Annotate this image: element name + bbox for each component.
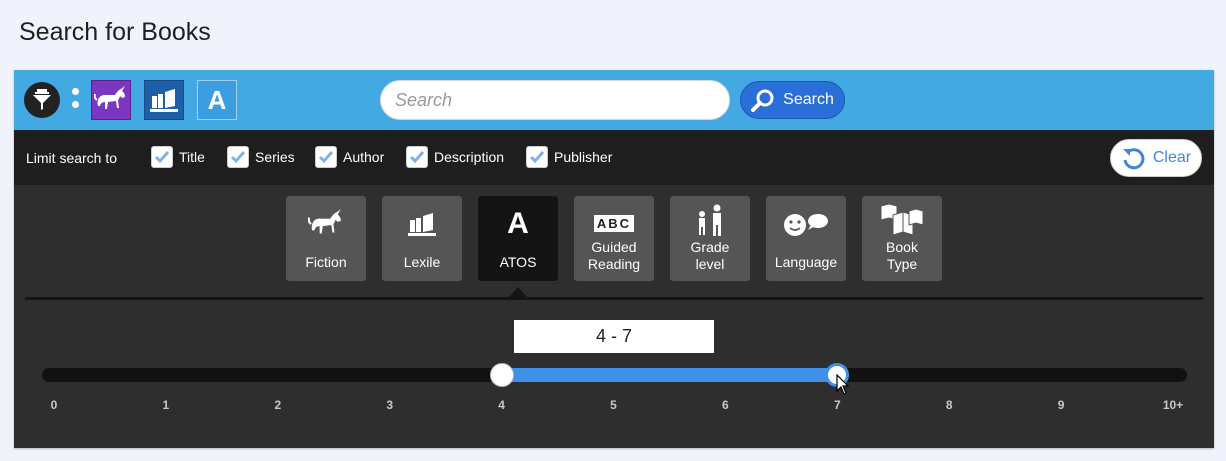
slider-tick-label: 10+ bbox=[1162, 398, 1184, 412]
slider-tick-label: 8 bbox=[945, 398, 953, 412]
search-panel: A Search Limit search to Title Series Au… bbox=[14, 70, 1214, 448]
tab-grade-level[interactable]: Grade level bbox=[670, 196, 750, 281]
search-button-label: Search bbox=[783, 91, 834, 108]
clear-button-label: Clear bbox=[1152, 149, 1192, 166]
books-icon bbox=[150, 89, 178, 112]
clear-button[interactable]: Clear bbox=[1110, 139, 1202, 177]
limit-series-label: Series bbox=[255, 149, 295, 165]
tab-divider bbox=[25, 297, 1203, 300]
more-options-icon[interactable] bbox=[72, 88, 80, 112]
filter-icon bbox=[33, 89, 51, 110]
limit-title-label: Title bbox=[179, 149, 205, 165]
tab-atos-label: ATOS bbox=[499, 254, 537, 270]
slider-selected-range bbox=[501, 368, 838, 382]
tab-book-type-label: Book Type bbox=[886, 239, 918, 272]
limit-series-checkbox[interactable]: Series bbox=[227, 146, 295, 168]
tab-fiction[interactable]: Fiction bbox=[286, 196, 366, 281]
search-button[interactable]: Search bbox=[740, 81, 845, 119]
abc-blocks-icon: ABC bbox=[593, 214, 635, 232]
slider-tick-label: 4 bbox=[498, 398, 505, 412]
tab-atos[interactable]: A ATOS bbox=[478, 196, 558, 281]
checkmark-icon bbox=[318, 151, 334, 164]
limit-author-checkbox[interactable]: Author bbox=[315, 146, 384, 168]
tab-book-type[interactable]: Book Type bbox=[862, 196, 942, 281]
fiction-filter-chip[interactable] bbox=[91, 80, 131, 120]
mouse-cursor-icon bbox=[836, 374, 850, 395]
books-icon bbox=[408, 213, 436, 236]
limit-description-checkbox[interactable]: Description bbox=[406, 146, 504, 168]
tab-language-label: Language bbox=[774, 254, 838, 270]
slider-min-handle[interactable] bbox=[489, 363, 514, 387]
range-value-display: 4 - 7 bbox=[514, 320, 714, 353]
tab-guided-reading[interactable]: ABC Guided Reading bbox=[574, 196, 654, 281]
tab-fiction-label: Fiction bbox=[305, 254, 347, 270]
slider-tick-label: 0 bbox=[50, 398, 58, 412]
slider-tick-label: 3 bbox=[386, 398, 394, 412]
slider-tick-label: 7 bbox=[833, 398, 841, 412]
child-adult-icon bbox=[699, 204, 721, 236]
limit-publisher-checkbox[interactable]: Publisher bbox=[526, 146, 612, 168]
slider-tick-label: 2 bbox=[274, 398, 282, 412]
unicorn-icon bbox=[308, 209, 341, 234]
tab-language[interactable]: Language bbox=[766, 196, 846, 281]
limit-search-bar: Limit search to Title Series Author Desc… bbox=[14, 130, 1214, 185]
checkmark-icon bbox=[154, 151, 170, 164]
tab-grade-level-label: Grade level bbox=[690, 239, 730, 272]
speech-face-icon bbox=[784, 214, 828, 236]
checkmark-icon bbox=[409, 151, 425, 164]
atos-letter-icon: A bbox=[507, 207, 529, 240]
search-input[interactable] bbox=[380, 80, 730, 120]
reset-icon bbox=[1122, 148, 1145, 170]
limit-description-label: Description bbox=[434, 149, 505, 165]
open-books-icon bbox=[880, 203, 924, 236]
checkmark-icon bbox=[529, 151, 545, 164]
slider-tick-label: 6 bbox=[722, 398, 729, 412]
slider-tick-label: 9 bbox=[1057, 398, 1065, 412]
unicorn-icon bbox=[94, 86, 125, 109]
lexile-filter-chip[interactable] bbox=[144, 80, 184, 120]
search-icon bbox=[751, 89, 774, 112]
checkmark-icon bbox=[230, 151, 246, 164]
atos-filter-chip[interactable]: A bbox=[197, 80, 237, 120]
limit-author-label: Author bbox=[343, 149, 385, 165]
tab-guided-reading-label: Guided Reading bbox=[587, 239, 641, 272]
filter-toggle-button[interactable] bbox=[24, 82, 60, 118]
slider-tick-label: 1 bbox=[162, 398, 170, 412]
limit-title-checkbox[interactable]: Title bbox=[151, 146, 205, 168]
atos-letter-icon: A bbox=[207, 84, 227, 115]
search-toolbar: A Search bbox=[14, 70, 1214, 130]
limit-publisher-label: Publisher bbox=[554, 149, 613, 165]
tab-lexile-label: Lexile bbox=[403, 254, 441, 270]
limit-search-label: Limit search to bbox=[26, 150, 118, 166]
tab-lexile[interactable]: Lexile bbox=[382, 196, 462, 281]
page-title: Search for Books bbox=[19, 18, 211, 46]
slider-tick-label: 5 bbox=[610, 398, 617, 412]
